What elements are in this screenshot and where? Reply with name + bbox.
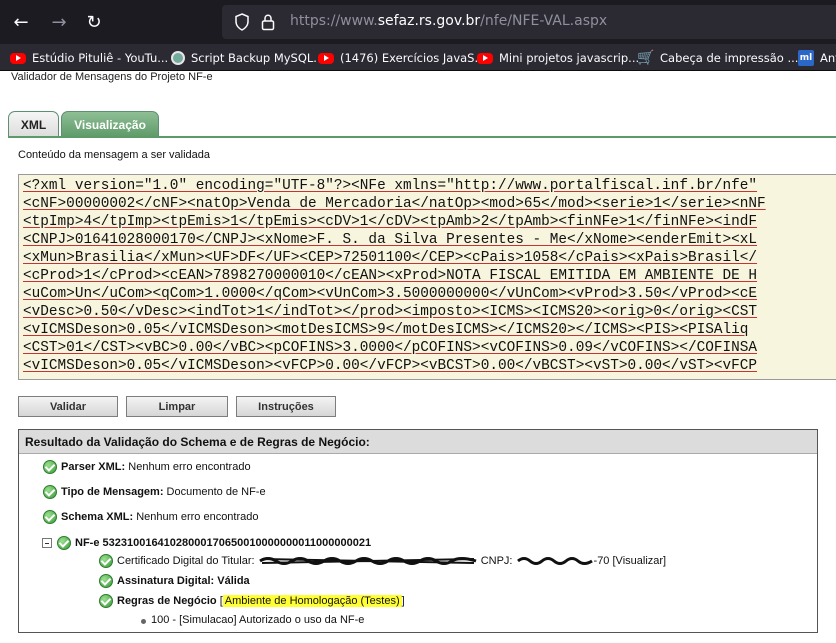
parser-label: Parser XML:	[61, 461, 126, 473]
bookmark-ant[interactable]: ml Ant	[798, 49, 836, 67]
cert-label: Certificado Digital do Titular:	[117, 555, 255, 567]
bullet-icon	[141, 619, 146, 624]
result-header: Resultado da Validação do Schema e de Re…	[19, 430, 817, 454]
visualizar-link[interactable]: [Visualizar]	[613, 555, 667, 567]
cert-cnpj-prefix: CNPJ:	[480, 555, 513, 567]
mercadolivre-icon: ml	[798, 50, 814, 66]
bookmark-cabeca-impressao[interactable]: 🛒 Cabeça de impressão ...	[637, 49, 799, 67]
xml-line: <vICMSDeson>0.05</vICMSDeson><motDesICMS…	[23, 322, 749, 338]
tipo-mensagem-row: Tipo de Mensagem: Documento de NF-e	[61, 486, 266, 498]
instrucoes-button[interactable]: Instruções	[236, 396, 336, 417]
bookmark-label: Script Backup MySQL.	[191, 51, 317, 65]
url-path: /nfe/NFE-VAL.aspx	[480, 13, 608, 29]
address-bar[interactable]: https://www.sefaz.rs.gov.br/nfe/NFE-VAL.…	[222, 5, 836, 39]
xml-line: <vDesc>0.50</vDesc><indTot>1</indTot></p…	[23, 304, 758, 320]
schema-value: Nenhum erro encontrado	[136, 511, 259, 523]
xml-line: <CST>01</CST><vBC>0.00</vBC><pCOFINS>3.0…	[23, 340, 758, 356]
content-label: Conteúdo da mensagem a ser validada	[18, 149, 211, 161]
regras-negocio-row: Regras de Negócio [Ambiente de Homologaç…	[117, 595, 405, 607]
xml-line: <cProd>1</cProd><cEAN>7898270000010</cEA…	[23, 268, 758, 284]
browser-toolbar: ← → ↻ https://www.sefaz.rs.gov.br/nfe/NF…	[0, 0, 836, 44]
check-icon	[99, 574, 113, 588]
assinatura-label: Assinatura Digital:	[117, 575, 215, 587]
check-icon	[99, 554, 113, 568]
schema-xml-row: Schema XML: Nenhum erro encontrado	[61, 511, 259, 523]
chatgpt-icon	[171, 51, 185, 65]
xml-line: <?xml version="1.0" encoding="UTF-8"?><N…	[23, 178, 758, 194]
tab-divider	[8, 136, 836, 138]
parser-xml-row: Parser XML: Nenhum erro encontrado	[61, 461, 251, 473]
parser-value: Nenhum erro encontrado	[128, 461, 251, 473]
xml-line: <uCom>Un</uCom><qCom>1.0000</qCom><vUnCo…	[23, 286, 758, 302]
redacted-scribble	[258, 557, 477, 566]
check-icon	[57, 536, 71, 550]
tipo-value: Documento de NF-e	[166, 486, 266, 498]
youtube-icon	[10, 52, 26, 64]
validar-button[interactable]: Validar	[18, 396, 118, 417]
bookmarks-bar: Estúdio Pituliê - YouTu... Script Backup…	[0, 44, 836, 71]
bookmark-label: Mini projetos javascrip...	[499, 51, 640, 65]
youtube-icon	[477, 52, 493, 64]
youtube-icon	[318, 52, 334, 64]
cart-icon: 🛒	[637, 50, 655, 66]
back-arrow-icon[interactable]: ←	[9, 10, 33, 34]
check-icon	[99, 594, 113, 608]
xml-textarea[interactable]: <?xml version="1.0" encoding="UTF-8"?><N…	[18, 174, 836, 380]
page-title: Validador de Mensagens do Projeto NF-e	[11, 71, 213, 83]
redacted-scribble	[516, 557, 593, 566]
bookmark-label: (1476) Exercícios JavaS...	[340, 51, 486, 65]
bookmark-estudio-pitulie[interactable]: Estúdio Pituliê - YouTu...	[10, 49, 168, 67]
bookmark-mini-projetos[interactable]: Mini projetos javascrip...	[477, 49, 639, 67]
cert-cnpj-suffix: -70	[593, 555, 610, 567]
autorizado-row: 100 - [Simulacao] Autorizado o uso da NF…	[151, 614, 365, 626]
xml-line: <CNPJ>01641028000170</CNPJ><xNome>F. S. …	[23, 232, 758, 248]
certificado-row: Certificado Digital do Titular: CNPJ: -7…	[117, 555, 666, 567]
url-text[interactable]: https://www.sefaz.rs.gov.br/nfe/NFE-VAL.…	[290, 13, 607, 29]
bookmark-label: Cabeça de impressão ...	[660, 51, 799, 65]
url-prefix: https://www.	[290, 13, 378, 29]
regras-label: Regras de Negócio	[117, 595, 217, 607]
assinatura-row: Assinatura Digital: Válida	[117, 575, 250, 587]
validation-result-panel: Resultado da Validação do Schema e de Re…	[18, 429, 818, 633]
shield-icon[interactable]	[234, 13, 250, 31]
forward-arrow-icon[interactable]: →	[47, 10, 71, 34]
check-icon	[43, 460, 57, 474]
collapse-toggle-icon[interactable]	[42, 538, 52, 548]
ambiente-badge: Ambiente de Homologação (Testes)	[222, 595, 402, 607]
xml-line: <xMun>Brasilia</xMun><UF>DF</UF><CEP>725…	[23, 250, 758, 266]
regras-bracket-close: ]	[401, 595, 405, 607]
xml-line: <cNF>00000002</cNF><natOp>Venda de Merca…	[23, 196, 766, 212]
schema-label: Schema XML:	[61, 511, 134, 523]
nfe-key-row: NF-e 53231001641028000170650010000000011…	[75, 537, 372, 549]
tab-xml[interactable]: XML	[8, 111, 59, 137]
bookmark-label: Estúdio Pituliê - YouTu...	[32, 51, 169, 65]
limpar-button[interactable]: Limpar	[126, 396, 228, 417]
lock-icon[interactable]	[260, 13, 276, 31]
reload-icon[interactable]: ↻	[82, 10, 106, 34]
bookmark-exercicios-javascript[interactable]: (1476) Exercícios JavaS...	[318, 49, 485, 67]
xml-line: <tpImp>4</tpImp><tpEmis>1</tpEmis><cDV>1…	[23, 214, 758, 230]
url-host: sefaz.rs.gov.br	[377, 13, 481, 29]
xml-line: <vICMSDeson>0.05</vICMSDeson><vFCP>0.00<…	[23, 358, 758, 374]
bookmark-script-backup[interactable]: Script Backup MySQL.	[171, 49, 317, 67]
check-icon	[43, 485, 57, 499]
tipo-label: Tipo de Mensagem:	[61, 486, 164, 498]
bookmark-label: Ant	[820, 51, 836, 65]
tab-visualizacao[interactable]: Visualização	[61, 111, 159, 137]
check-icon	[43, 510, 57, 524]
assinatura-value: Válida	[217, 575, 250, 587]
